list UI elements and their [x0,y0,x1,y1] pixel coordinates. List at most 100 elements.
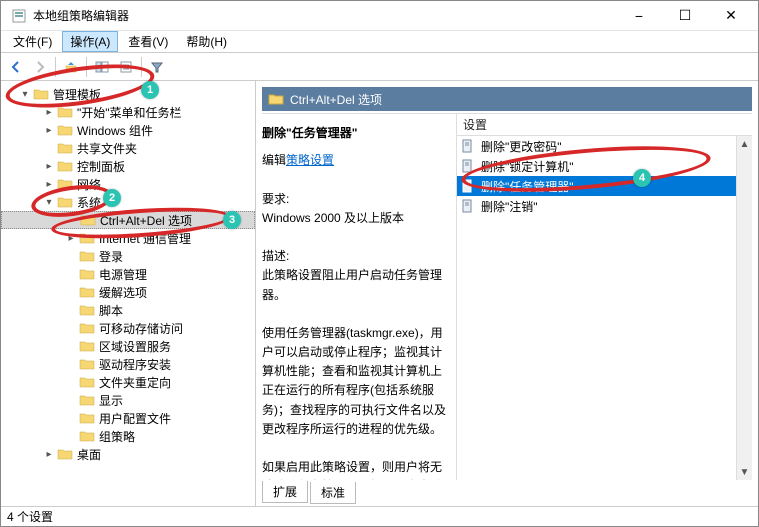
folder-icon [268,91,284,107]
back-button[interactable] [5,56,27,78]
folder-icon [79,266,95,282]
app-icon [11,8,27,24]
tree-ctrl-alt-del[interactable]: Ctrl+Alt+Del 选项 [1,211,255,229]
selected-policy-title: 删除"任务管理器" [262,124,448,143]
tree-label: 桌面 [77,446,101,463]
tree-label: 驱动程序安装 [99,356,171,373]
policy-icon [461,139,475,153]
settings-list-pane: 设置 删除"更改密码" 删除"锁定计算机" 删除"任务管理器" 删除"注销" ▲… [457,114,752,480]
folder-icon [79,410,95,426]
show-hide-tree-button[interactable] [91,56,113,78]
toolbar [1,53,758,81]
folder-icon [80,212,96,228]
annotation-badge-2: 2 [103,189,121,207]
folder-icon [57,176,73,192]
maximize-button[interactable]: ☐ [662,1,708,31]
policy-icon [461,159,475,173]
folder-icon [79,392,95,408]
title-bar: 本地组策略编辑器 − ☐ ✕ [1,1,758,31]
tree-mitigation[interactable]: 缓解选项 [1,283,255,301]
list-item[interactable]: 删除"任务管理器" [457,176,752,196]
edit-policy-link[interactable]: 策略设置 [286,153,334,167]
folder-icon [57,104,73,120]
tree-label: 缓解选项 [99,284,147,301]
folder-icon [57,446,73,462]
forward-button[interactable] [29,56,51,78]
list-item[interactable]: 删除"更改密码" [457,136,752,156]
list-vertical-scrollbar[interactable]: ▲ ▼ [736,136,752,480]
tree-label: 电源管理 [99,266,147,283]
tree-label: 系统 [77,194,101,211]
tree-display[interactable]: 显示 [1,391,255,409]
tab-extended[interactable]: 扩展 [262,481,308,503]
tree-label: Internet 通信管理 [99,230,191,247]
tree-label: 脚本 [99,302,123,319]
tree-driver-install[interactable]: 驱动程序安装 [1,355,255,373]
folder-icon [79,356,95,372]
edit-policy-line: 编辑策略设置 [262,151,448,170]
content-header-title: Ctrl+Alt+Del 选项 [290,91,382,108]
folder-icon [79,302,95,318]
list-item-label: 删除"更改密码" [481,138,562,155]
tree-label: 显示 [99,392,123,409]
tab-bar: 扩展 标准 [256,480,758,506]
description-p1: 此策略设置阻止用户启动任务管理器。 [262,266,448,304]
tree-start-taskbar[interactable]: "开始"菜单和任务栏 [1,103,255,121]
tab-standard[interactable]: 标准 [310,482,356,504]
tree-internet-comm[interactable]: Internet 通信管理 [1,229,255,247]
annotation-badge-3: 3 [223,211,241,229]
tree-scripts[interactable]: 脚本 [1,301,255,319]
list-header[interactable]: 设置 [457,114,752,136]
tree-group-policy[interactable]: 组策略 [1,427,255,445]
tree-shared-folders[interactable]: 共享文件夹 [1,139,255,157]
list-item[interactable]: 删除"注销" [457,196,752,216]
tree-desktop[interactable]: 桌面 [1,445,255,463]
folder-icon [57,140,73,156]
properties-button[interactable] [115,56,137,78]
tree-system[interactable]: 系统 [1,193,255,211]
tree-control-panel[interactable]: 控制面板 [1,157,255,175]
annotation-badge-4: 4 [633,169,651,187]
tree-removable[interactable]: 可移动存储访问 [1,319,255,337]
folder-icon [79,374,95,390]
menu-action[interactable]: 操作(A) [62,31,118,52]
tree-user-profiles[interactable]: 用户配置文件 [1,409,255,427]
folder-icon [79,230,95,246]
tree-logon[interactable]: 登录 [1,247,255,265]
tree-folder-redirect[interactable]: 文件夹重定向 [1,373,255,391]
menu-help[interactable]: 帮助(H) [178,31,235,52]
folder-icon [57,194,73,210]
tree-power-mgmt[interactable]: 电源管理 [1,265,255,283]
filter-button[interactable] [146,56,168,78]
tree-windows-components[interactable]: Windows 组件 [1,121,255,139]
tree-locale[interactable]: 区域设置服务 [1,337,255,355]
requirements-value: Windows 2000 及以上版本 [262,209,448,228]
status-text: 4 个设置 [7,508,53,525]
requirements-label: 要求: [262,190,448,209]
minimize-button[interactable]: − [616,1,662,31]
tree-label: 文件夹重定向 [99,374,171,391]
close-button[interactable]: ✕ [708,1,754,31]
list-item-label: 删除"锁定计算机" [481,158,574,175]
list-item[interactable]: 删除"锁定计算机" [457,156,752,176]
description-pane: 删除"任务管理器" 编辑策略设置 要求: Windows 2000 及以上版本 … [262,114,457,480]
scroll-down-icon[interactable]: ▼ [737,464,752,480]
up-button[interactable] [60,56,82,78]
content-header: Ctrl+Alt+Del 选项 [262,87,752,111]
tree-admin-templates[interactable]: 管理模板 [1,85,255,103]
window-title: 本地组策略编辑器 [33,7,616,24]
description-label: 描述: [262,247,448,266]
tree-label: 用户配置文件 [99,410,171,427]
folder-icon [79,428,95,444]
tree-pane[interactable]: 管理模板 "开始"菜单和任务栏 Windows 组件 共享文件夹 控制面板 网络… [1,81,256,506]
tree-label: 组策略 [99,428,135,445]
policy-icon [461,199,475,213]
tree-label: 登录 [99,248,123,265]
list-item-label: 删除"任务管理器" [481,178,574,195]
folder-icon [79,338,95,354]
tree-network[interactable]: 网络 [1,175,255,193]
scroll-up-icon[interactable]: ▲ [737,136,752,152]
menu-file[interactable]: 文件(F) [5,31,60,52]
tree-label: 区域设置服务 [99,338,171,355]
menu-view[interactable]: 查看(V) [120,31,176,52]
